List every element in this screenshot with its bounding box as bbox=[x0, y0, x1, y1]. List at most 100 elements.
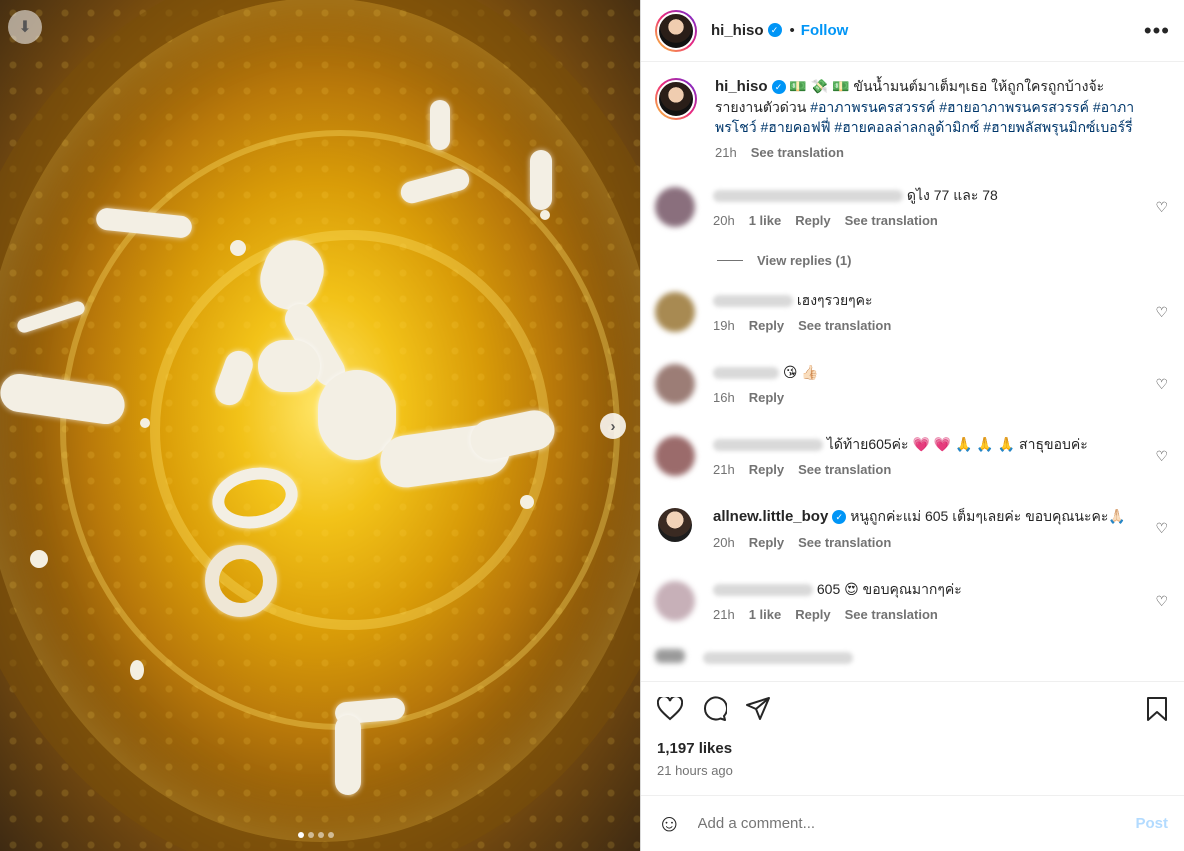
comment-item: เฮงๆรวยๆคะ 19h Reply See translation ♡ bbox=[655, 290, 1170, 336]
like-comment-heart-icon[interactable]: ♡ bbox=[1155, 593, 1168, 610]
add-comment-input[interactable] bbox=[697, 815, 1136, 832]
view-replies-button[interactable]: View replies (1) bbox=[717, 253, 1170, 268]
comment-username[interactable]: allnew.little_boy bbox=[713, 508, 828, 525]
see-translation-link[interactable]: See translation bbox=[798, 533, 891, 553]
caption-time[interactable]: 21h bbox=[715, 143, 737, 163]
wax-drop bbox=[540, 210, 550, 220]
caption-body: hi_hiso ✓ 💵 💸 💵 ขันน้ำมนต์มาเต็มๆเธอ ให้ถ… bbox=[715, 76, 1170, 163]
comment-likes[interactable]: 1 like bbox=[749, 605, 782, 625]
view-replies-label[interactable]: View replies (1) bbox=[757, 253, 851, 268]
caption-username[interactable]: hi_hiso bbox=[715, 78, 768, 95]
next-arrow-button[interactable]: › bbox=[600, 413, 626, 439]
comment-time[interactable]: 20h bbox=[713, 211, 735, 231]
like-comment-heart-icon[interactable]: ♡ bbox=[1155, 376, 1168, 393]
more-options-icon[interactable]: ••• bbox=[1144, 18, 1170, 44]
like-comment-heart-icon[interactable]: ♡ bbox=[1155, 199, 1168, 216]
see-translation-link[interactable]: See translation bbox=[845, 211, 938, 231]
post-header: hi_hiso ✓ • Follow ••• bbox=[641, 0, 1184, 62]
comment-item: 605 😍 ขอบคุณมากๆค่ะ 21h 1 like Reply See… bbox=[655, 579, 1170, 625]
comment-body: 605 😍 ขอบคุณมากๆค่ะ 21h 1 like Reply See… bbox=[713, 579, 1170, 625]
comment-avatar[interactable] bbox=[655, 649, 685, 663]
action-icons bbox=[656, 695, 1168, 726]
see-translation-link[interactable]: See translation bbox=[798, 316, 891, 336]
comment-time[interactable]: 20h bbox=[713, 533, 735, 553]
follow-button[interactable]: Follow bbox=[801, 22, 849, 39]
reply-button[interactable]: Reply bbox=[749, 460, 784, 480]
comment-time[interactable]: 21h bbox=[713, 605, 735, 625]
wax-drop bbox=[230, 240, 246, 256]
comment-avatar[interactable] bbox=[655, 364, 695, 404]
reply-button[interactable]: Reply bbox=[795, 211, 830, 231]
comment-meta: 20h Reply See translation bbox=[713, 533, 1146, 553]
post-button[interactable]: Post bbox=[1135, 815, 1168, 832]
like-comment-heart-icon[interactable]: ♡ bbox=[1155, 304, 1168, 321]
comment-avatar[interactable] bbox=[655, 292, 695, 332]
reply-button[interactable]: Reply bbox=[795, 605, 830, 625]
carousel-dot bbox=[328, 832, 334, 838]
comment-time[interactable]: 16h bbox=[713, 388, 735, 408]
comment-time[interactable]: 19h bbox=[713, 316, 735, 336]
comment-meta: 19h Reply See translation bbox=[713, 316, 1146, 336]
caption-avatar[interactable] bbox=[655, 78, 697, 120]
post-image[interactable]: ⬇ › bbox=[0, 0, 640, 851]
comment-body: ได้ท้าย605ค่ะ 💗 💗 🙏 🙏 🙏 สาธุขอบค่ะ 21h R… bbox=[713, 434, 1170, 480]
comment-avatar[interactable] bbox=[655, 581, 695, 621]
wax-drop bbox=[520, 495, 534, 509]
comment-meta: 20h 1 like Reply See translation bbox=[713, 211, 1146, 231]
like-heart-icon[interactable] bbox=[656, 695, 684, 725]
comment-item: ได้ท้าย605ค่ะ 💗 💗 🙏 🙏 🙏 สาธุขอบค่ะ 21h R… bbox=[655, 434, 1170, 480]
verified-badge-icon: ✓ bbox=[771, 80, 786, 95]
comments-list[interactable]: hi_hiso ✓ 💵 💸 💵 ขันน้ำมนต์มาเต็มๆเธอ ให้ถ… bbox=[641, 62, 1184, 681]
avatar[interactable] bbox=[655, 9, 697, 52]
wax-drip bbox=[258, 340, 320, 392]
emoji-icon[interactable]: ☺ bbox=[657, 810, 682, 838]
comment-body: เฮงๆรวยๆคะ 19h Reply See translation bbox=[713, 290, 1170, 336]
wax-drop bbox=[140, 418, 150, 428]
like-comment-heart-icon[interactable]: ♡ bbox=[1155, 520, 1168, 537]
comment-text: ดูไง 77 และ 78 bbox=[906, 187, 998, 203]
username-link[interactable]: hi_hiso bbox=[711, 22, 764, 39]
see-translation-link[interactable]: See translation bbox=[751, 143, 844, 163]
reply-button[interactable]: Reply bbox=[749, 316, 784, 336]
comment-meta: 21h 1 like Reply See translation bbox=[713, 605, 1146, 625]
post-time-ago[interactable]: 21 hours ago bbox=[657, 763, 1168, 778]
comment-avatar[interactable] bbox=[658, 508, 692, 542]
wax-drop bbox=[30, 550, 48, 568]
blurred-username bbox=[713, 190, 903, 203]
blurred-username bbox=[713, 367, 779, 380]
wax-drip bbox=[430, 100, 450, 150]
comment-text: ได้ท้าย605ค่ะ 💗 💗 🙏 🙏 🙏 สาธุขอบค่ะ bbox=[826, 436, 1088, 452]
comment-likes[interactable]: 1 like bbox=[749, 211, 782, 231]
post-dialog: ⬇ › hi_hiso ✓ • Follow ••• hi_hiso ✓ 💵 💸… bbox=[0, 0, 1184, 851]
comment-body: 😘 👍🏻 16h Reply bbox=[713, 362, 1170, 408]
comment-bubble-icon[interactable] bbox=[701, 696, 728, 726]
share-send-icon[interactable] bbox=[745, 696, 771, 726]
wax-drip bbox=[530, 150, 552, 210]
comment-body: ดูไง 77 และ 78 20h 1 like Reply See tran… bbox=[713, 185, 1170, 231]
carousel-dot bbox=[308, 832, 314, 838]
arrow-down-icon[interactable]: ⬇ bbox=[8, 10, 42, 44]
likes-count[interactable]: 1,197 likes bbox=[657, 740, 1168, 757]
carousel-dot bbox=[298, 832, 304, 838]
comment-body: allnew.little_boy ✓ หนูถูกค่ะแม่ 605 เต็ม… bbox=[713, 506, 1170, 553]
reply-button[interactable]: Reply bbox=[749, 388, 784, 408]
comment-avatar[interactable] bbox=[655, 187, 695, 227]
reply-button[interactable]: Reply bbox=[749, 533, 784, 553]
comment-text: เฮงๆรวยๆคะ bbox=[796, 292, 873, 308]
bookmark-icon[interactable] bbox=[1146, 696, 1168, 726]
wax-drip bbox=[205, 545, 277, 617]
see-translation-link[interactable]: See translation bbox=[798, 460, 891, 480]
like-comment-heart-icon[interactable]: ♡ bbox=[1155, 448, 1168, 465]
header-username[interactable]: hi_hiso ✓ bbox=[711, 22, 782, 40]
wax-drop bbox=[130, 660, 144, 680]
comment-item bbox=[655, 647, 1170, 667]
caption-meta: 21h See translation bbox=[715, 143, 1146, 163]
comment-text: 605 😍 ขอบคุณมากๆค่ะ bbox=[816, 581, 962, 597]
comment-time[interactable]: 21h bbox=[713, 460, 735, 480]
see-translation-link[interactable]: See translation bbox=[845, 605, 938, 625]
caption: hi_hiso ✓ 💵 💸 💵 ขันน้ำมนต์มาเต็มๆเธอ ให้ถ… bbox=[655, 76, 1170, 163]
post-actions: 1,197 likes 21 hours ago bbox=[641, 681, 1184, 795]
comment-text: 😘 👍🏻 bbox=[782, 364, 819, 380]
comment-avatar[interactable] bbox=[655, 436, 695, 476]
blurred-username bbox=[713, 295, 793, 308]
